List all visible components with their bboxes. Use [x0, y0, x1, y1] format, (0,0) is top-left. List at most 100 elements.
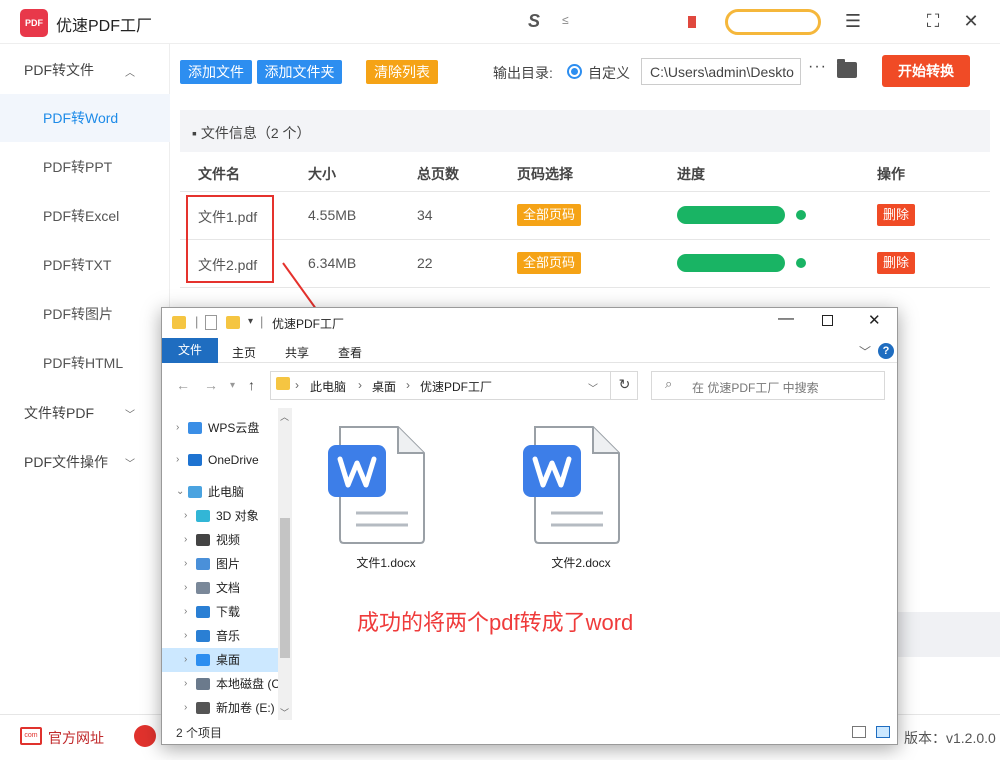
file-name-label[interactable]: 文件1.docx	[326, 554, 446, 571]
chevron-right-icon: ›	[406, 378, 410, 392]
chevron-right-icon[interactable]: ›	[184, 552, 187, 576]
close-icon[interactable]: ✕	[960, 10, 982, 32]
chevron-right-icon[interactable]: ›	[184, 672, 187, 696]
chevron-right-icon[interactable]: ›	[184, 648, 187, 672]
status-bar: 2 个项目	[162, 720, 897, 744]
tree-item[interactable]: › 3D 对象	[162, 504, 278, 528]
word-doc-icon[interactable]	[326, 421, 426, 547]
scroll-up-icon[interactable]: ︿	[280, 410, 289, 423]
sidebar-group-file-to-pdf[interactable]: 文件转PDF	[24, 403, 94, 423]
tree-item[interactable]: › 本地磁盘 (C	[162, 672, 278, 696]
delete-button[interactable]: 删除	[877, 204, 916, 226]
folder-icon[interactable]	[837, 59, 857, 78]
tab-home[interactable]: 主页	[232, 344, 256, 361]
chevron-right-icon[interactable]: ›	[184, 504, 187, 528]
output-path-input[interactable]: C:\Users\admin\Deskto	[641, 58, 801, 85]
user-pill-button[interactable]	[725, 9, 821, 35]
clear-list-button[interactable]: 清除列表	[366, 60, 438, 84]
tree-item[interactable]: › 图片	[162, 552, 278, 576]
chevron-right-icon[interactable]: ›	[184, 576, 187, 600]
picture-icon	[196, 558, 210, 570]
search-input[interactable]: 在 优速PDF工厂 中搜索	[651, 371, 885, 400]
tab-view[interactable]: 查看	[338, 344, 362, 361]
version-label: 版本：v1.2.0.0	[904, 730, 996, 746]
cloud-icon	[188, 422, 202, 434]
computer-icon	[188, 486, 202, 498]
chevron-right-icon[interactable]: ›	[184, 600, 187, 624]
tree-item[interactable]: › OneDrive	[162, 448, 278, 472]
start-convert-button[interactable]: 开始转换	[882, 55, 970, 87]
document-icon	[196, 582, 210, 594]
page-select-button[interactable]: 全部页码	[517, 204, 582, 226]
chevron-right-icon[interactable]: ›	[176, 448, 179, 472]
red-mark-icon	[688, 16, 696, 28]
tree-item[interactable]: › 文档	[162, 576, 278, 600]
chevron-up-icon: ︿	[125, 68, 135, 79]
tree-item[interactable]: › 音乐	[162, 624, 278, 648]
delete-button[interactable]: 删除	[877, 252, 916, 274]
details-view-icon[interactable]	[852, 726, 866, 738]
custom-output-radio[interactable]	[567, 64, 582, 79]
address-dropdown-icon[interactable]: ﹀	[588, 380, 598, 395]
up-icon[interactable]: ↑	[248, 377, 255, 393]
refresh-icon[interactable]: ↻	[610, 371, 638, 400]
ribbon-expand-icon[interactable]: ﹀	[859, 343, 871, 360]
add-folder-button[interactable]: 添加文件夹	[257, 60, 342, 84]
tree-item[interactable]: › 桌面	[162, 648, 278, 672]
add-file-button[interactable]: 添加文件	[180, 60, 252, 84]
tab-share[interactable]: 共享	[285, 344, 309, 361]
sidebar-group-pdf-to-file[interactable]: PDF转文件	[24, 60, 94, 80]
back-icon[interactable]: ←	[176, 377, 190, 393]
sidebar-item-pdf-to-excel[interactable]: PDF转Excel	[0, 192, 170, 240]
tree-item[interactable]: › 新加卷 (E:)	[162, 696, 278, 720]
recent-dropdown-icon[interactable]: ▾	[230, 380, 235, 391]
app-title: 优速PDF工厂	[56, 18, 153, 35]
separator: |	[260, 314, 264, 329]
download-icon	[196, 606, 210, 618]
sidebar-item-pdf-to-image[interactable]: PDF转图片	[0, 290, 170, 338]
fullscreen-icon[interactable]: ⛶	[922, 10, 944, 32]
file-name-label[interactable]: 文件2.docx	[521, 554, 641, 571]
support-icon[interactable]	[134, 725, 156, 747]
col-filename: 文件名	[198, 166, 240, 182]
sidebar-item-pdf-to-ppt[interactable]: PDF转PPT	[0, 143, 170, 191]
sidebar: PDF转文件 ︿ PDF转Word PDF转PPT PDF转Excel PDF转…	[0, 44, 170, 714]
breadcrumb-folder[interactable]: 优速PDF工厂	[420, 378, 492, 395]
sidebar-item-pdf-to-word[interactable]: PDF转Word	[0, 94, 170, 142]
sidebar-item-pdf-to-html[interactable]: PDF转HTML	[0, 339, 170, 387]
large-icons-view-icon[interactable]	[876, 726, 890, 738]
tree-item-label: 文档	[216, 581, 241, 595]
minimize-icon[interactable]: —	[778, 310, 794, 328]
menu-icon[interactable]: ☰	[842, 10, 864, 32]
breadcrumb-this-pc[interactable]: 此电脑	[310, 378, 346, 395]
more-options-button[interactable]: ···	[808, 58, 827, 76]
properties-icon[interactable]	[205, 315, 217, 330]
chevron-right-icon[interactable]: ›	[184, 696, 187, 720]
sidebar-group-pdf-ops[interactable]: PDF文件操作	[24, 452, 108, 472]
tree-item[interactable]: › WPS云盘	[162, 416, 278, 440]
chevron-right-icon[interactable]: ›	[184, 624, 187, 648]
qat-dropdown-icon[interactable]: ▾	[248, 316, 253, 327]
official-site-link[interactable]: 官方网址	[48, 728, 104, 748]
sidebar-item-pdf-to-txt[interactable]: PDF转TXT	[0, 241, 170, 289]
chevron-down-icon[interactable]: ⌄	[176, 480, 184, 504]
breadcrumb-desktop[interactable]: 桌面	[372, 378, 396, 395]
word-doc-icon[interactable]	[521, 421, 621, 547]
page-select-button[interactable]: 全部页码	[517, 252, 582, 274]
col-page-select: 页码选择	[517, 166, 573, 182]
chevron-right-icon[interactable]: ›	[176, 416, 179, 440]
maximize-icon[interactable]	[822, 315, 833, 326]
help-icon[interactable]: ?	[878, 343, 894, 359]
scroll-down-icon[interactable]: ﹀	[280, 706, 289, 719]
scrollbar-thumb[interactable]	[280, 518, 290, 658]
close-icon[interactable]: ✕	[868, 311, 881, 329]
tree-item[interactable]: › 视频	[162, 528, 278, 552]
forward-icon[interactable]: →	[204, 377, 218, 393]
tree-item[interactable]: ⌄ 此电脑	[162, 480, 278, 504]
new-folder-icon[interactable]	[226, 316, 240, 329]
tab-file[interactable]: 文件	[162, 338, 218, 363]
chevron-right-icon[interactable]: ›	[184, 528, 187, 552]
folder-icon	[276, 377, 290, 390]
explorer-window: | ▾ | 优速PDF工厂 — ✕ 文件 主页 共享 查看 ﹀ ? ← → ▾ …	[161, 307, 898, 745]
tree-item[interactable]: › 下载	[162, 600, 278, 624]
